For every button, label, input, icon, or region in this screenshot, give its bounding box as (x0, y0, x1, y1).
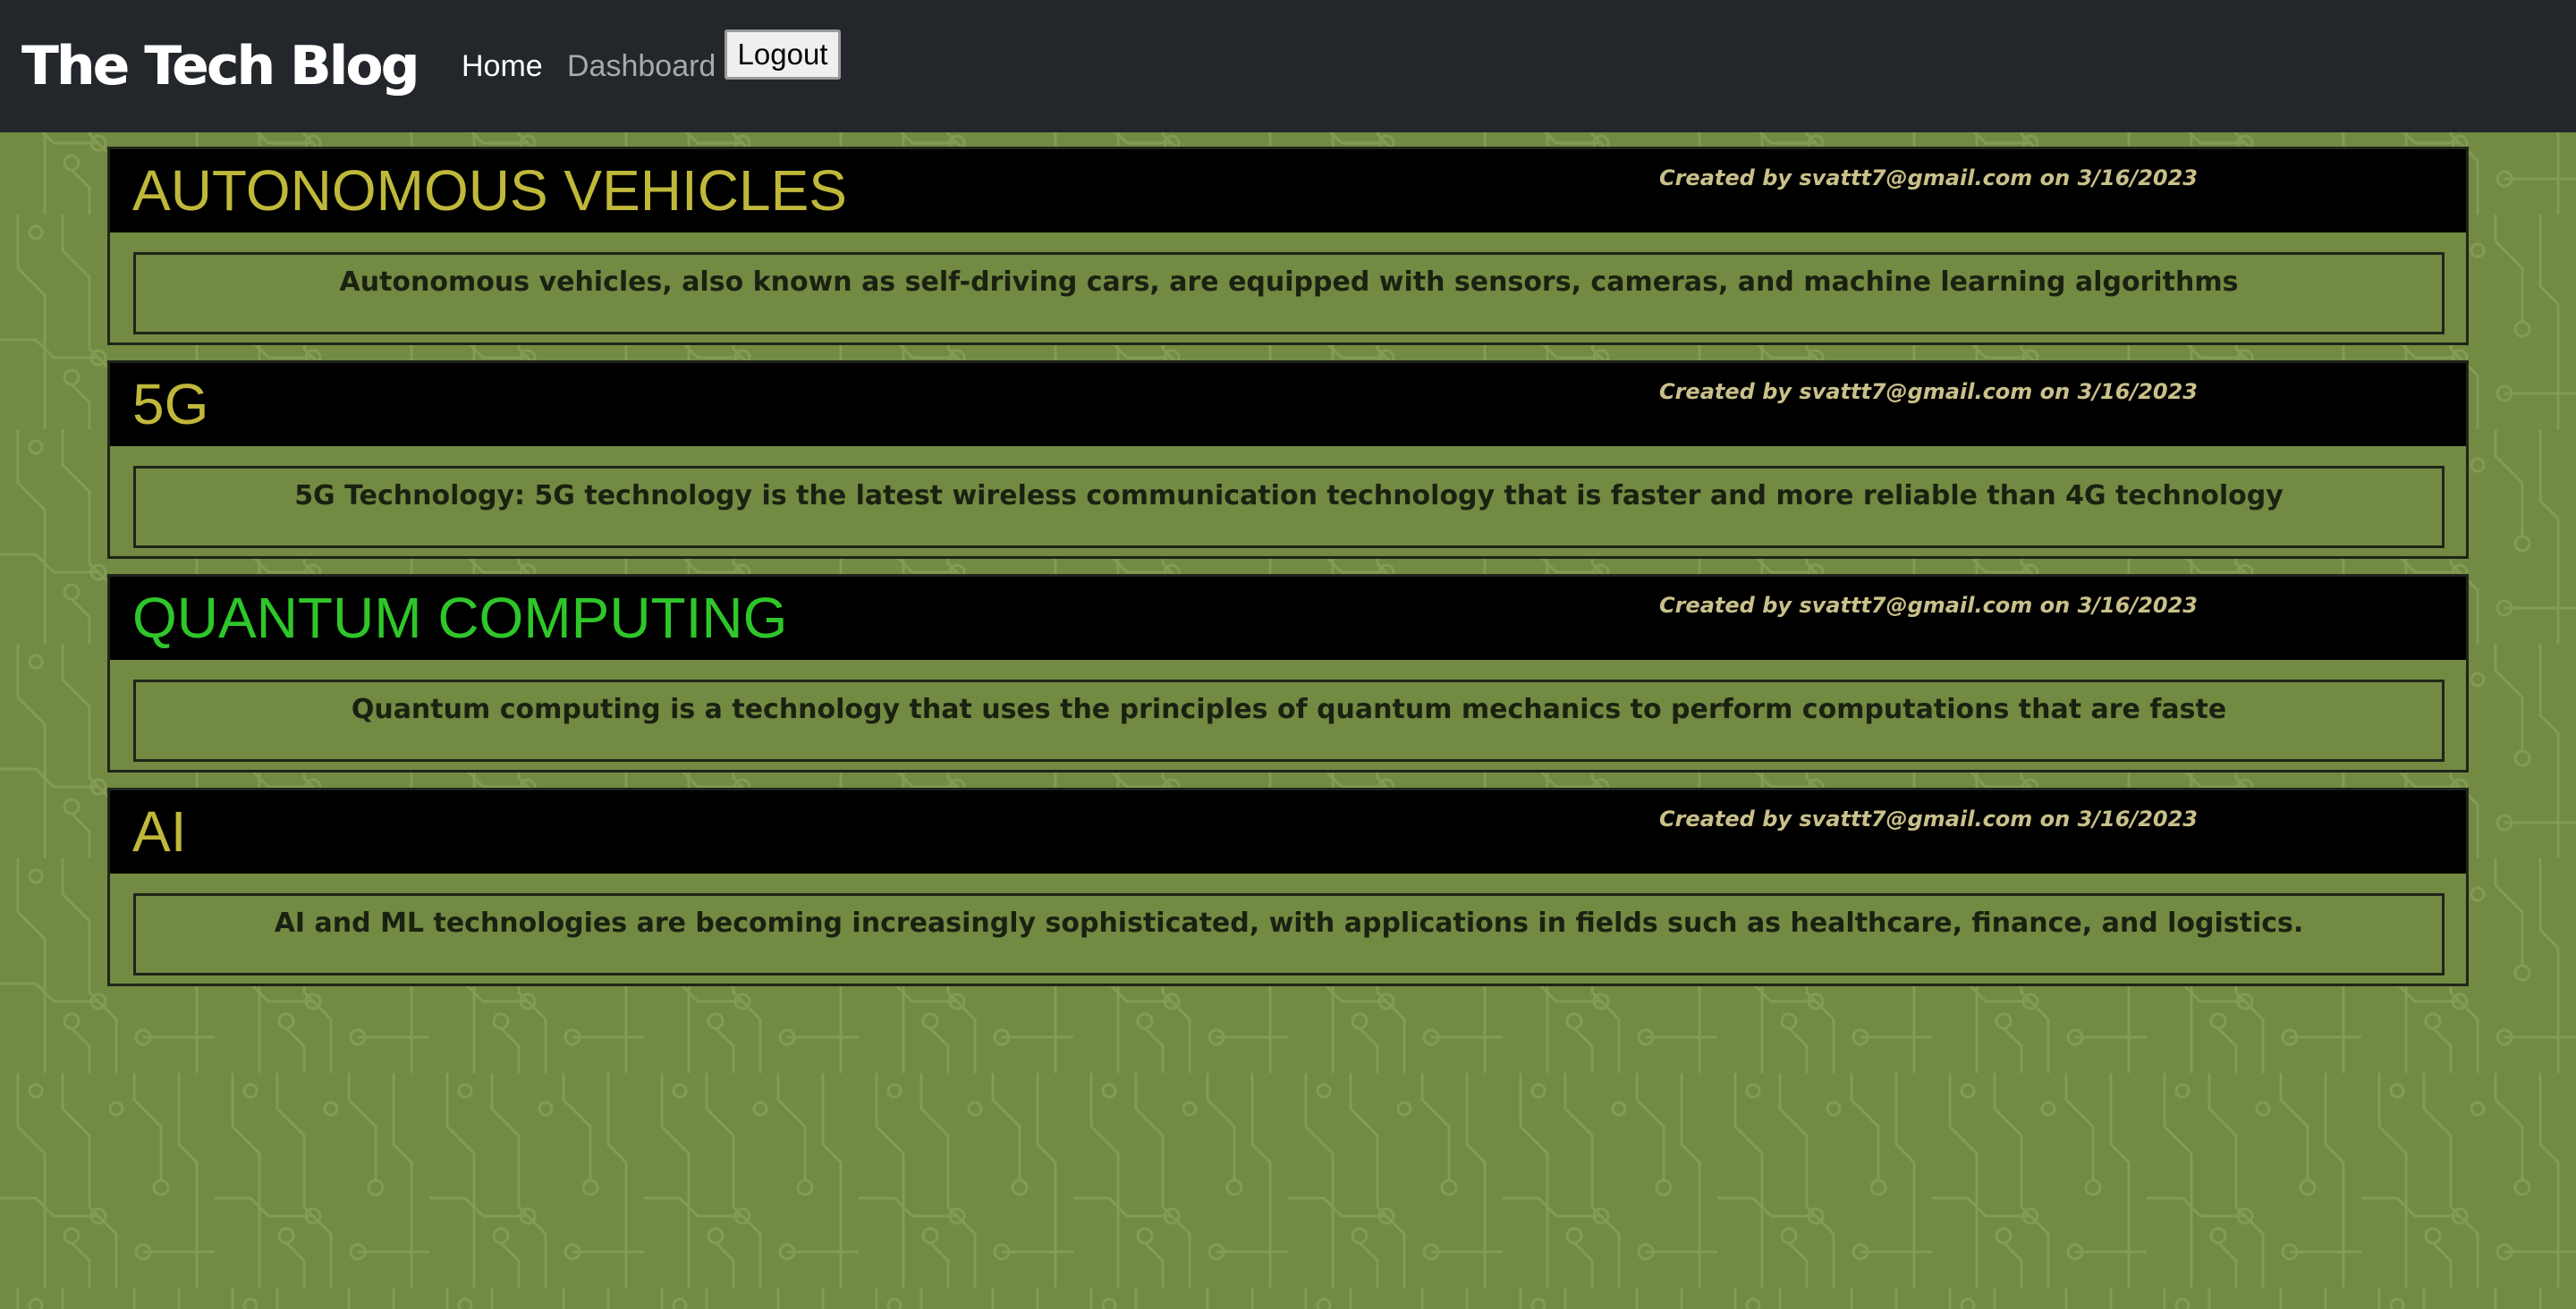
post-content: 5G Technology: 5G technology is the late… (294, 480, 2284, 511)
post-body: Autonomous vehicles, also known as self-… (133, 252, 2445, 334)
post-meta: Created by svattt7@gmail.com on 3/16/202… (1658, 165, 2198, 190)
post-card[interactable]: AI Created by svattt7@gmail.com on 3/16/… (107, 788, 2469, 986)
post-body: Quantum computing is a technology that u… (133, 680, 2445, 762)
post-meta: Created by svattt7@gmail.com on 3/16/202… (1658, 379, 2198, 404)
post-content: Quantum computing is a technology that u… (351, 694, 2227, 725)
post-content: AI and ML technologies are becoming incr… (274, 908, 2304, 939)
post-body: 5G Technology: 5G technology is the late… (133, 466, 2445, 548)
post-meta: Created by svattt7@gmail.com on 3/16/202… (1658, 593, 2198, 618)
post-header: 5G Created by svattt7@gmail.com on 3/16/… (110, 363, 2466, 446)
post-card[interactable]: QUANTUM COMPUTING Created by svattt7@gma… (107, 574, 2469, 773)
top-navbar: The Tech Blog Home Dashboard Logout (0, 0, 2576, 132)
post-card[interactable]: 5G Created by svattt7@gmail.com on 3/16/… (107, 360, 2469, 559)
post-title[interactable]: QUANTUM COMPUTING (132, 582, 787, 654)
logout-button[interactable]: Logout (724, 30, 841, 80)
post-meta: Created by svattt7@gmail.com on 3/16/202… (1658, 807, 2198, 832)
post-title[interactable]: AI (132, 796, 186, 867)
post-header: AUTONOMOUS VEHICLES Created by svattt7@g… (110, 149, 2466, 232)
post-content: Autonomous vehicles, also known as self-… (339, 266, 2239, 298)
post-card[interactable]: AUTONOMOUS VEHICLES Created by svattt7@g… (107, 147, 2469, 345)
post-list: AUTONOMOUS VEHICLES Created by svattt7@g… (107, 147, 2469, 1001)
post-header: QUANTUM COMPUTING Created by svattt7@gma… (110, 577, 2466, 660)
nav-home-link[interactable]: Home (462, 46, 543, 86)
post-header: AI Created by svattt7@gmail.com on 3/16/… (110, 790, 2466, 874)
post-title[interactable]: 5G (132, 368, 208, 440)
post-body: AI and ML technologies are becoming incr… (133, 893, 2445, 975)
post-title[interactable]: AUTONOMOUS VEHICLES (132, 155, 847, 226)
nav-dashboard-link[interactable]: Dashboard (567, 46, 716, 86)
site-brand[interactable]: The Tech Blog (21, 30, 419, 102)
